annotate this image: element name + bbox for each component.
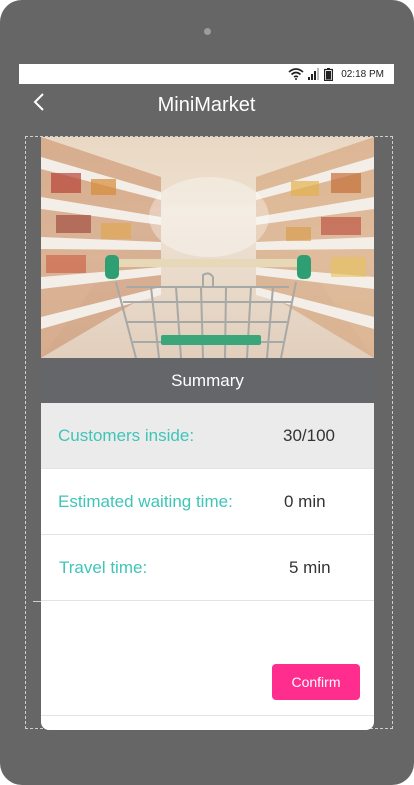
status-bar: 02:18 PM [19, 64, 394, 84]
customers-inside-value: 30/100 [283, 425, 335, 445]
battery-icon [324, 67, 334, 81]
confirm-button[interactable]: Confirm [272, 664, 360, 700]
wifi-icon [288, 68, 304, 80]
waiting-time-row: Estimated waiting time: 0 min [41, 469, 374, 535]
waiting-time-value: 0 min [284, 491, 326, 511]
waiting-time-label: Estimated waiting time: [58, 491, 233, 511]
travel-time-label: Travel time: [59, 557, 148, 577]
hero-image [41, 137, 374, 358]
page-title: MiniMarket [157, 94, 256, 116]
customers-inside-label: Customers inside: [58, 425, 195, 445]
app-header: MiniMarket [19, 84, 394, 130]
bottom-divider [41, 715, 374, 716]
customers-inside-row: Customers inside: 30/100 [41, 403, 374, 469]
travel-time-value: 5 min [289, 557, 331, 577]
status-time: 02:18 PM [341, 68, 384, 80]
camera-dot [204, 28, 211, 35]
device-frame: 02:18 PM MiniMarket Summary Customers in… [0, 0, 414, 785]
frame-tick [33, 601, 41, 602]
signal-icon [308, 68, 320, 80]
travel-time-row: Travel time: 5 min [41, 535, 374, 601]
summary-header: Summary [41, 358, 374, 403]
summary-card: Summary Customers inside: 30/100 Estimat… [41, 137, 374, 730]
